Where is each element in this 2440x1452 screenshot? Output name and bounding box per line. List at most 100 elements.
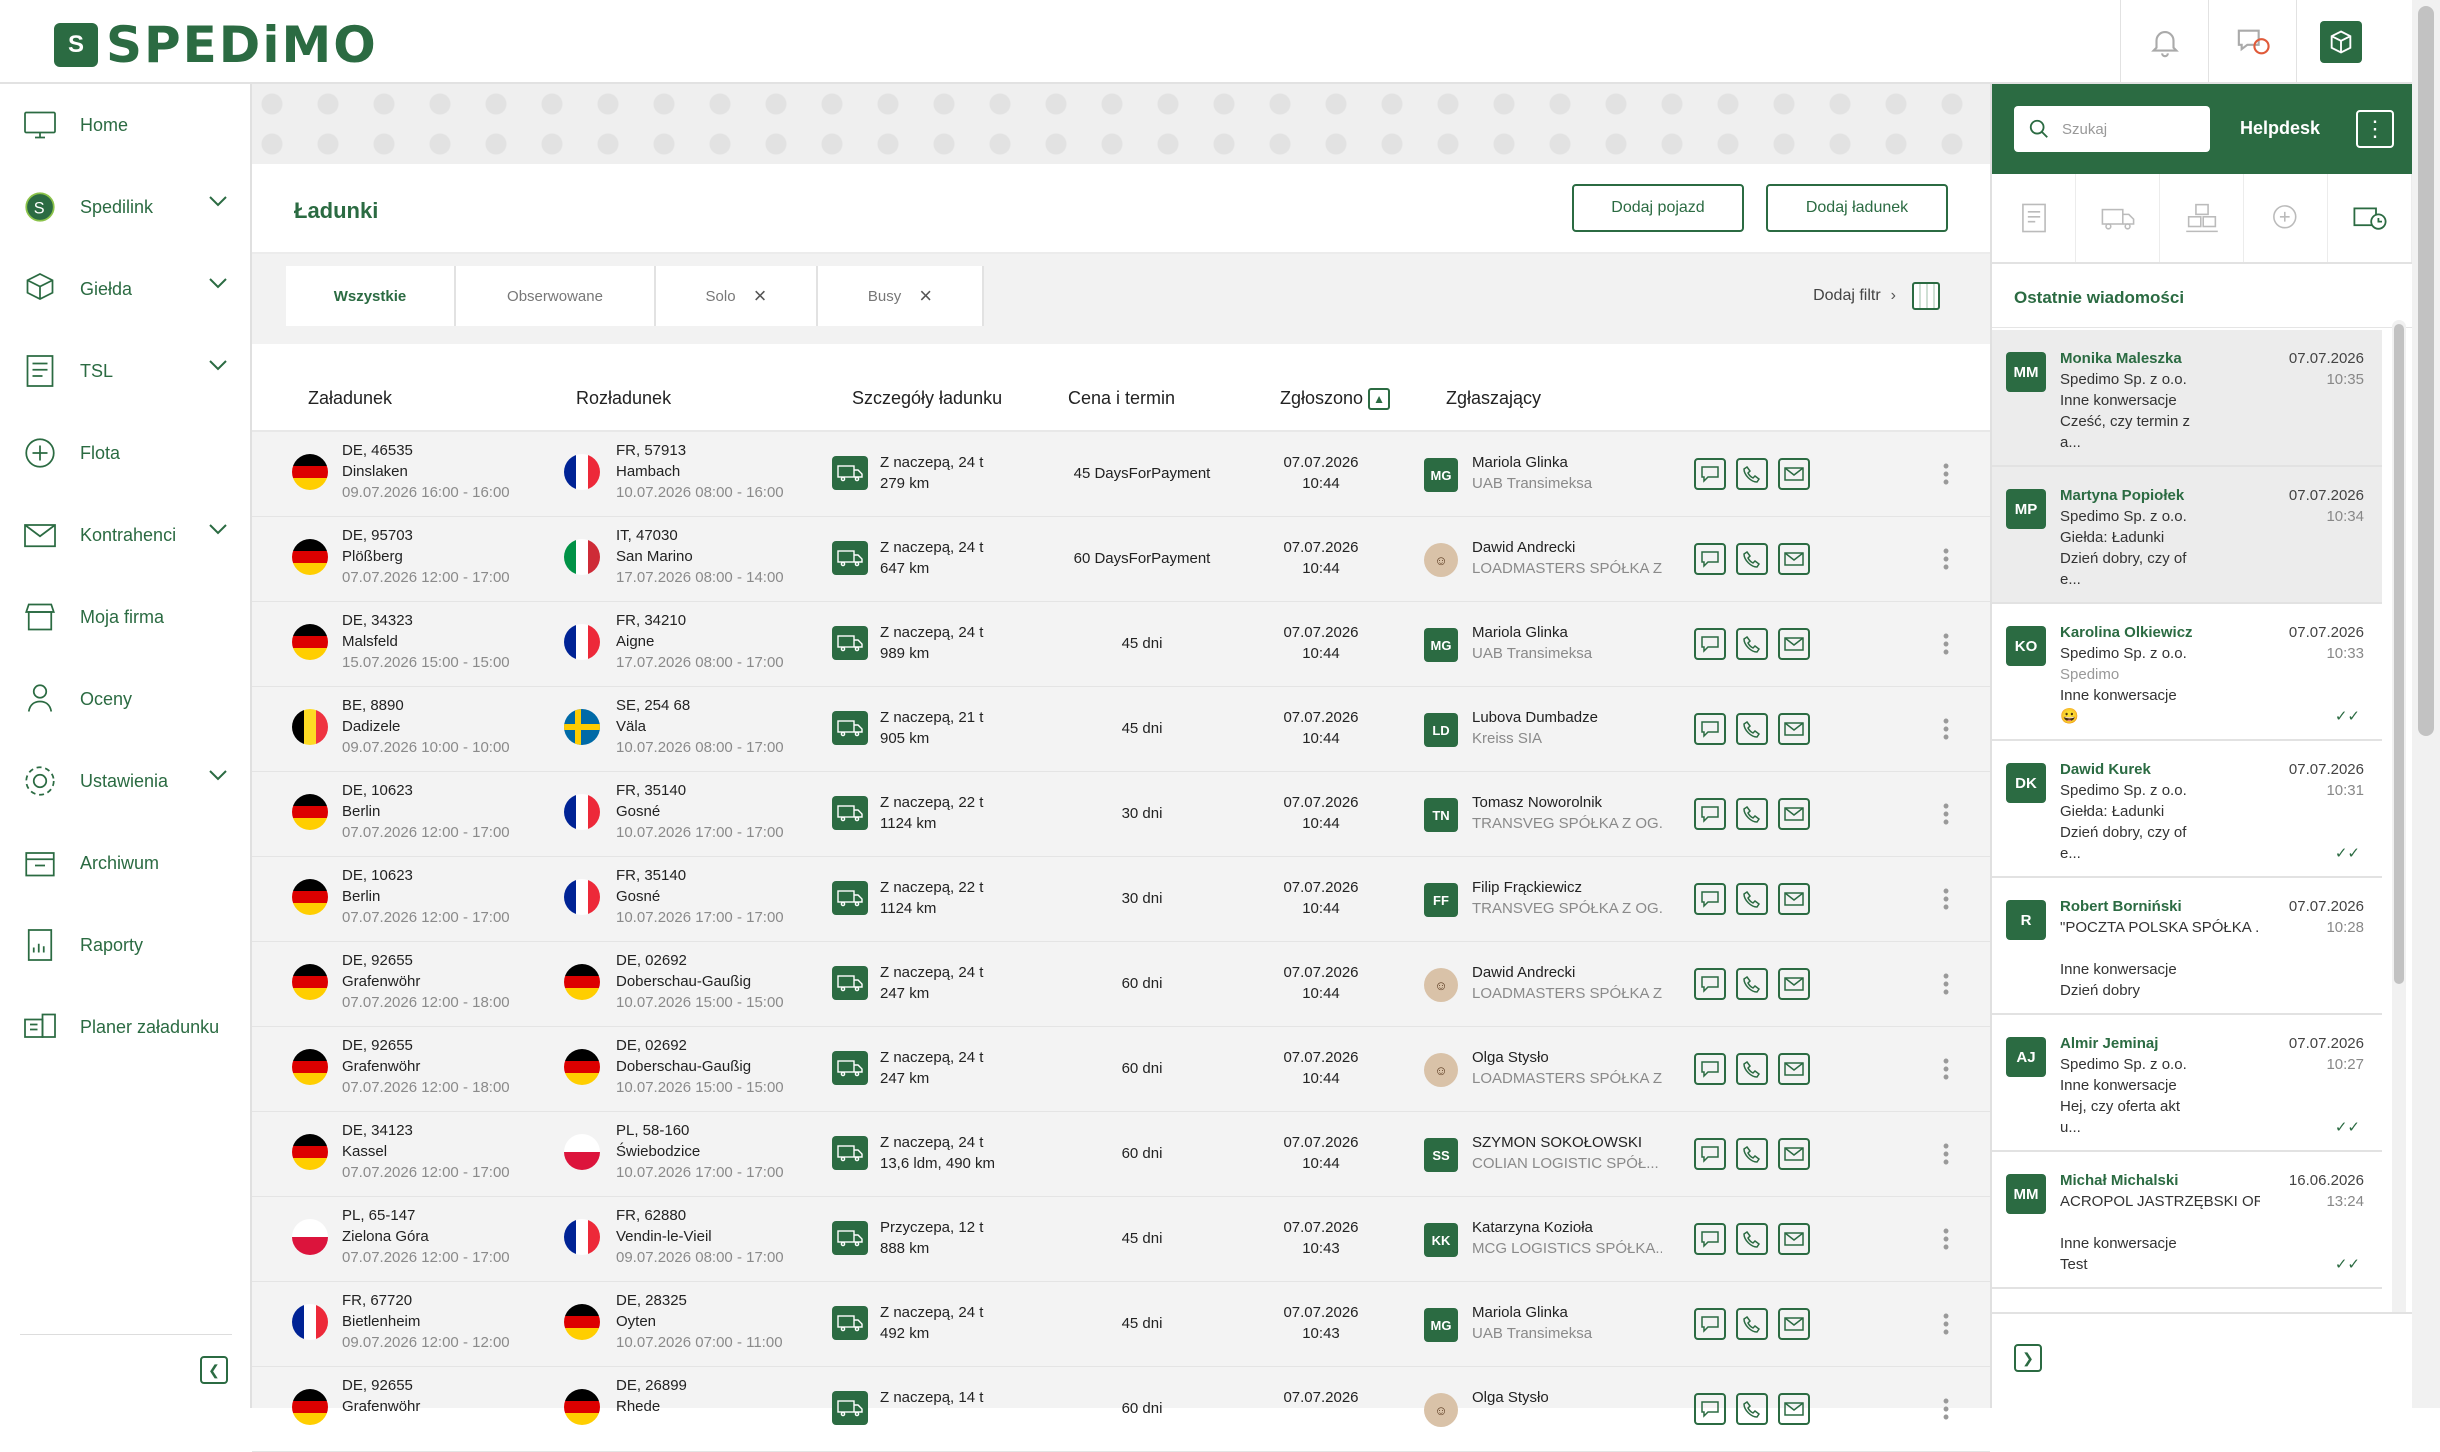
call-button[interactable] <box>1736 798 1768 830</box>
col-price[interactable]: Cena i termin <box>1068 388 1175 409</box>
sidebar-item-giełda[interactable]: Giełda <box>0 248 250 330</box>
tab-solo[interactable]: Solo × <box>656 266 818 326</box>
message-item[interactable]: MM Monika Maleszka Spedimo Sp. z o.o. Inn… <box>1992 330 2382 467</box>
row-menu-icon[interactable]: • • • <box>1942 1392 1950 1426</box>
row-menu-icon[interactable]: • • • <box>1942 797 1950 831</box>
col-reporter[interactable]: Zgłaszający <box>1446 388 1541 409</box>
call-button[interactable] <box>1736 543 1768 575</box>
email-button[interactable] <box>1778 1308 1810 1340</box>
table-row[interactable]: DE, 10623 Berlin 07.07.2026 12:00 - 17:0… <box>252 857 1990 942</box>
collapse-sidebar-button[interactable]: ❮ <box>200 1356 228 1384</box>
messages-scrollbar[interactable] <box>2392 320 2406 1320</box>
message-button[interactable] <box>1694 1223 1726 1255</box>
tab-busy[interactable]: Busy × <box>818 266 984 326</box>
call-button[interactable] <box>1736 713 1768 745</box>
row-menu-icon[interactable]: • • • <box>1942 1222 1950 1256</box>
tab-new-chat-icon[interactable] <box>2244 174 2328 262</box>
message-button[interactable] <box>1694 1393 1726 1425</box>
call-button[interactable] <box>1736 968 1768 1000</box>
table-row[interactable]: DE, 92655 Grafenwöhr DE, 26899 Rhede Z n… <box>252 1367 1990 1452</box>
col-loading[interactable]: Załadunek <box>308 388 392 409</box>
table-row[interactable]: DE, 92655 Grafenwöhr 07.07.2026 12:00 - … <box>252 1027 1990 1112</box>
row-menu-icon[interactable]: • • • <box>1942 1307 1950 1341</box>
email-button[interactable] <box>1778 1053 1810 1085</box>
call-button[interactable] <box>1736 1053 1768 1085</box>
email-button[interactable] <box>1778 968 1810 1000</box>
helpdesk-search-input[interactable]: Szukaj <box>2014 106 2210 152</box>
email-button[interactable] <box>1778 628 1810 660</box>
row-menu-icon[interactable]: • • • <box>1942 457 1950 491</box>
call-button[interactable] <box>1736 458 1768 490</box>
expand-helpdesk-button[interactable]: ❯ <box>2014 1344 2042 1372</box>
message-button[interactable] <box>1694 883 1726 915</box>
row-menu-icon[interactable]: • • • <box>1942 1137 1950 1171</box>
email-button[interactable] <box>1778 713 1810 745</box>
email-button[interactable] <box>1778 1393 1810 1425</box>
message-button[interactable] <box>1694 1138 1726 1170</box>
message-button[interactable] <box>1694 713 1726 745</box>
message-item[interactable]: AJ Almir Jeminaj Spedimo Sp. z o.o. Inne … <box>1992 1015 2382 1152</box>
table-row[interactable]: DE, 34123 Kassel 07.07.2026 12:00 - 17:0… <box>252 1112 1990 1197</box>
sidebar-item-flota[interactable]: Flota <box>0 412 250 494</box>
chevron-down-icon[interactable] <box>208 768 228 786</box>
call-button[interactable] <box>1736 1393 1768 1425</box>
tab-warehouse-icon[interactable] <box>2160 174 2244 262</box>
table-row[interactable]: DE, 95703 Plößberg 07.07.2026 12:00 - 17… <box>252 517 1990 602</box>
message-button[interactable] <box>1694 798 1726 830</box>
message-item[interactable]: R Robert Borniński "POCZTA POLSKA SPÓŁKA… <box>1992 878 2382 1015</box>
message-item[interactable]: MP Martyna Popiołek Spedimo Sp. z o.o. Gi… <box>1992 467 2382 604</box>
sort-asc-icon[interactable]: ▲ <box>1368 388 1391 411</box>
call-button[interactable] <box>1736 883 1768 915</box>
message-item[interactable]: MM Michał Michalski ACROPOL JASTRZĘBSKI … <box>1992 1152 2382 1289</box>
call-button[interactable] <box>1736 1223 1768 1255</box>
page-scrollbar-thumb[interactable] <box>2418 6 2434 736</box>
table-row[interactable]: DE, 34323 Malsfeld 15.07.2026 15:00 - 15… <box>252 602 1990 687</box>
tab-truck-icon[interactable] <box>2076 174 2160 262</box>
sidebar-item-ustawienia[interactable]: Ustawienia <box>0 740 250 822</box>
add-filter-button[interactable]: Dodaj filtr › <box>1813 282 1940 310</box>
add-load-button[interactable]: Dodaj ładunek <box>1766 184 1948 232</box>
table-row[interactable]: FR, 67720 Bietlenheim 09.07.2026 12:00 -… <box>252 1282 1990 1367</box>
filter-calculator-icon[interactable] <box>1912 282 1940 310</box>
call-button[interactable] <box>1736 628 1768 660</box>
sidebar-item-archiwum[interactable]: Archiwum <box>0 822 250 904</box>
messages-scrollbar-thumb[interactable] <box>2394 324 2404 984</box>
message-button[interactable] <box>1694 1308 1726 1340</box>
chevron-down-icon[interactable] <box>208 522 228 540</box>
spedimo-logo[interactable]: S SPEDiMO <box>54 16 378 74</box>
message-button[interactable] <box>1694 1053 1726 1085</box>
col-reported[interactable]: Zgłoszono ▲ <box>1280 388 1391 411</box>
sidebar-item-planer-załadunku[interactable]: Planer załadunku <box>0 986 250 1068</box>
table-row[interactable]: PL, 65-147 Zielona Góra 07.07.2026 12:00… <box>252 1197 1990 1282</box>
col-details[interactable]: Szczegóły ładunku <box>852 388 1002 409</box>
sidebar-item-home[interactable]: Home <box>0 84 250 166</box>
message-button[interactable] <box>1694 458 1726 490</box>
tab-watched[interactable]: Obserwowane <box>456 266 656 326</box>
email-button[interactable] <box>1778 1223 1810 1255</box>
call-button[interactable] <box>1736 1138 1768 1170</box>
chevron-down-icon[interactable] <box>208 358 228 376</box>
email-button[interactable] <box>1778 458 1810 490</box>
chat-icon[interactable] <box>2208 0 2296 84</box>
sidebar-item-oceny[interactable]: Oceny <box>0 658 250 740</box>
more-options-button[interactable]: ⋮ <box>2356 110 2394 148</box>
message-button[interactable] <box>1694 628 1726 660</box>
call-button[interactable] <box>1736 1308 1768 1340</box>
account-icon[interactable] <box>2296 0 2384 84</box>
tab-history-icon[interactable] <box>2328 174 2412 262</box>
remove-solo-filter-icon[interactable]: × <box>754 283 767 309</box>
page-scrollbar[interactable] <box>2412 0 2440 1408</box>
chevron-down-icon[interactable] <box>208 194 228 212</box>
email-button[interactable] <box>1778 798 1810 830</box>
remove-busy-filter-icon[interactable]: × <box>919 283 932 309</box>
notifications-bell-icon[interactable] <box>2120 0 2208 84</box>
email-button[interactable] <box>1778 883 1810 915</box>
row-menu-icon[interactable]: • • • <box>1942 627 1950 661</box>
col-unloading[interactable]: Rozładunek <box>576 388 671 409</box>
row-menu-icon[interactable]: • • • <box>1942 882 1950 916</box>
email-button[interactable] <box>1778 1138 1810 1170</box>
chevron-down-icon[interactable] <box>208 276 228 294</box>
message-item[interactable]: DK Dawid Kurek Spedimo Sp. z o.o. Giełda:… <box>1992 741 2382 878</box>
tab-documents-icon[interactable] <box>1992 174 2076 262</box>
sidebar-item-moja-firma[interactable]: Moja firma <box>0 576 250 658</box>
